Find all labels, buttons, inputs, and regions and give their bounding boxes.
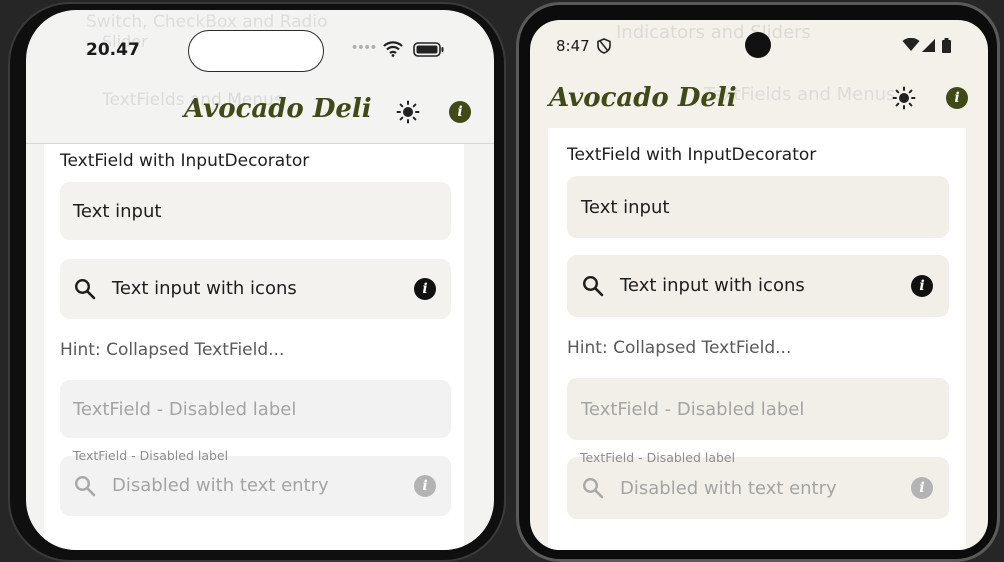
text-input-with-icons-field[interactable]: Text input with icons i — [60, 259, 451, 319]
cellular-signal-icon: •••• — [350, 40, 377, 56]
section-title: TextField with InputDecorator — [567, 145, 817, 165]
text-input-value: Text input — [73, 200, 162, 222]
text-input-with-icons-value: Text input with icons — [620, 275, 805, 296]
disabled-search-icon — [73, 474, 97, 498]
collapsed-hint: Hint: Collapsed TextField... — [60, 340, 285, 360]
text-input-field[interactable]: Text input — [567, 176, 949, 238]
disabled-label-field: TextField - Disabled label — [567, 378, 949, 440]
disabled-text-entry-field: Disabled with text entry i — [567, 457, 949, 519]
text-input-field[interactable]: Text input — [60, 182, 451, 240]
text-input-value: Text input — [581, 196, 670, 218]
collapsed-hint: Hint: Collapsed TextField... — [567, 338, 792, 358]
section-title: TextField with InputDecorator — [60, 151, 310, 171]
disabled-info-icon: i — [911, 477, 933, 499]
cellular-signal-icon — [921, 38, 935, 52]
wifi-icon — [382, 40, 404, 58]
disabled-label-text: TextField - Disabled label — [581, 398, 805, 420]
android-screen: Indicators and Sliders TextFields and Me… — [530, 20, 988, 550]
shield-icon — [596, 37, 612, 55]
info-icon[interactable]: i — [449, 101, 471, 123]
field-info-icon[interactable]: i — [911, 275, 933, 297]
search-icon — [73, 277, 97, 301]
android-ghost-line-1: Indicators and Sliders — [616, 22, 811, 43]
android-status-time: 8:47 — [556, 37, 590, 55]
ios-screen: Switch, CheckBox and Radio Slider TextFi… — [26, 10, 494, 550]
ios-ghost-line-1: Switch, CheckBox and Radio — [86, 12, 328, 32]
disabled-label-field: TextField - Disabled label — [60, 380, 451, 438]
wifi-icon — [902, 38, 920, 52]
ios-dynamic-island — [188, 30, 324, 72]
disabled-floating-label: TextField - Disabled label — [580, 450, 736, 465]
app-title: Avocado Deli — [184, 94, 372, 124]
disabled-text-entry-field: Disabled with text entry i — [60, 456, 451, 516]
disabled-text-entry-value: Disabled with text entry — [112, 475, 329, 496]
disabled-floating-label: TextField - Disabled label — [73, 448, 229, 463]
info-icon[interactable]: i — [946, 87, 968, 109]
field-info-icon[interactable]: i — [414, 278, 436, 300]
disabled-label-text: TextField - Disabled label — [73, 398, 297, 420]
disabled-search-icon — [581, 476, 605, 500]
text-input-with-icons-value: Text input with icons — [112, 278, 297, 299]
sun-icon[interactable] — [891, 85, 917, 111]
battery-icon — [412, 41, 446, 57]
disabled-text-entry-value: Disabled with text entry — [620, 478, 837, 499]
ios-status-time: 20.47 — [86, 40, 140, 60]
app-title: Avocado Deli — [549, 83, 737, 113]
search-icon — [581, 274, 605, 298]
sun-icon[interactable] — [395, 99, 421, 125]
disabled-info-icon: i — [414, 475, 436, 497]
text-input-with-icons-field[interactable]: Text input with icons i — [567, 255, 949, 317]
battery-icon — [941, 37, 951, 53]
front-camera — [745, 32, 771, 58]
